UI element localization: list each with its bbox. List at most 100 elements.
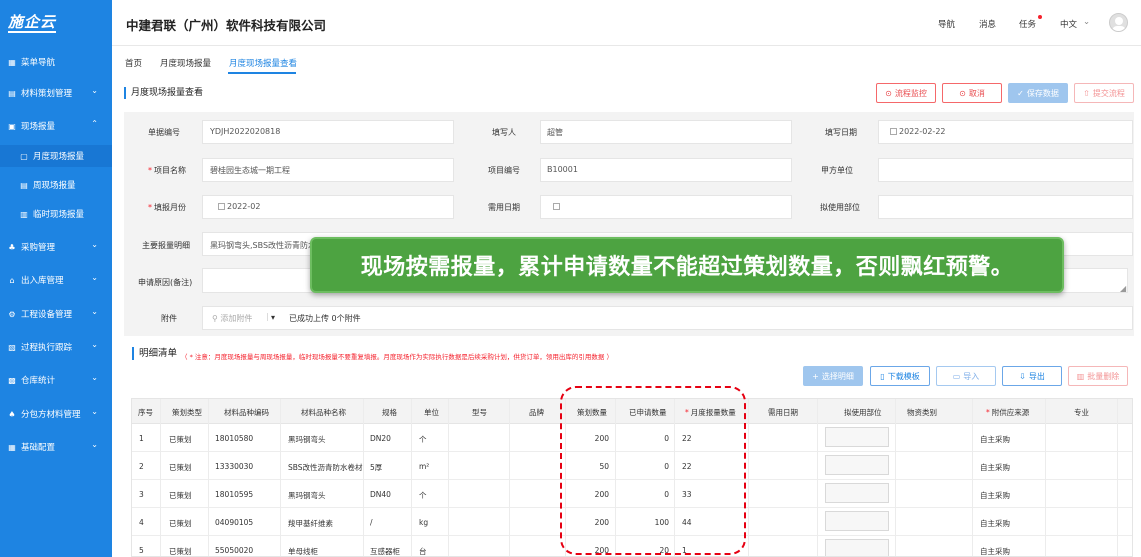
sidebar-item-config[interactable]: ▦ 基础配置 ⌄: [0, 436, 112, 458]
callout-banner: 现场按需报量，累计申请数量不能超过策划数量，否则飘红预警。: [310, 237, 1064, 293]
track-icon: ▧: [8, 342, 16, 352]
use-dept-input[interactable]: [825, 455, 889, 475]
nav-link[interactable]: 导航: [938, 18, 955, 30]
cancel-icon: ⊙: [959, 88, 966, 98]
tab-home[interactable]: 首页: [125, 57, 142, 69]
main-detail-value: 黑玛钢弯头,SBS改性沥青防水: [210, 241, 317, 250]
sidebar-item-menu-nav[interactable]: ▦ 菜单导航: [0, 51, 112, 73]
page-title: 月度现场报量查看: [124, 87, 203, 99]
column-divider: [160, 399, 161, 556]
col-use-dept: 拟使用部位: [844, 408, 882, 417]
trash-icon: ▥: [1076, 371, 1085, 381]
upload-icon: ⇧: [1083, 88, 1090, 98]
plus-icon: +: [812, 371, 819, 381]
report-month-value: 2022-02: [218, 202, 260, 211]
col-material-name: 材料品种名称: [301, 408, 346, 417]
grid-icon: ▦: [8, 57, 16, 67]
col-brand: 品牌: [529, 408, 544, 417]
check-icon: ✓: [1017, 88, 1024, 98]
need-date-field[interactable]: [540, 195, 792, 219]
cancel-button[interactable]: ⊙ 取消: [942, 83, 1002, 103]
reason-label: 申请原因(备注): [138, 278, 193, 287]
calendar-icon: [890, 128, 897, 135]
add-attachment-button[interactable]: ⚲ 添加附件: [212, 313, 252, 324]
column-divider: [817, 399, 818, 556]
use-dept-input[interactable]: [825, 483, 889, 503]
download-icon: ⇩: [1019, 371, 1026, 381]
col-material-code: 材料品种编码: [224, 408, 269, 417]
package-icon: ♠: [8, 409, 16, 419]
messages-link[interactable]: 消息: [979, 18, 996, 30]
col-supply-source: * 附供应来源: [986, 408, 1030, 417]
main-detail-label: 主要报量明细: [142, 241, 190, 250]
chevron-down-icon: ⌄: [91, 273, 98, 282]
sidebar-item-weekly-report[interactable]: ▤ 周现场报量: [0, 174, 112, 196]
fill-date-label: 填写日期: [825, 128, 857, 137]
avatar[interactable]: [1109, 13, 1128, 32]
attach-status: 已成功上传 0个附件: [289, 314, 361, 323]
tab-monthly-report-view[interactable]: 月度现场报量查看: [229, 57, 297, 69]
sidebar-item-process-track[interactable]: ▧ 过程执行跟踪 ⌄: [0, 336, 112, 358]
attach-label: 附件: [161, 314, 177, 323]
attach-dropdown-icon[interactable]: ▾: [271, 313, 275, 322]
resize-handle-icon: ◢: [1120, 284, 1127, 293]
fill-date-value: 2022-02-22: [890, 127, 946, 136]
document-icon: ▤: [8, 88, 16, 98]
process-monitor-button[interactable]: ⊙ 流程监控: [876, 83, 936, 103]
column-divider: [411, 399, 412, 556]
column-divider: [895, 399, 896, 556]
form-area: [124, 112, 1134, 336]
sidebar-item-material-plan[interactable]: ▤ 材料策划管理 ⌄: [0, 82, 112, 104]
tasks-link[interactable]: 任务: [1019, 18, 1036, 30]
chevron-down-icon: ⌄: [91, 407, 98, 416]
sidebar-item-site-report[interactable]: ▣ 现场报量 ⌃: [0, 115, 112, 137]
monitor-icon: ⊙: [885, 88, 892, 98]
col-material-category: 物资类别: [907, 408, 937, 417]
settings-icon: ▦: [8, 442, 16, 452]
chart-icon: ▩: [8, 375, 16, 385]
import-button[interactable]: ▭ 导入: [936, 366, 996, 386]
language-select[interactable]: 中文: [1060, 18, 1077, 30]
sidebar-item-monthly-report[interactable]: ▢ 月度现场报量: [0, 145, 112, 167]
export-button[interactable]: ⇩ 导出: [1002, 366, 1062, 386]
sidebar-item-subcontract[interactable]: ♠ 分包方材料管理 ⌄: [0, 403, 112, 425]
column-divider: [363, 399, 364, 556]
column-divider: [208, 399, 209, 556]
party-a-field: [878, 158, 1133, 182]
use-dept-input[interactable]: [825, 539, 889, 556]
filler-field: [540, 120, 792, 144]
project-no-value: B10001: [547, 165, 578, 174]
chevron-down-icon: ⌄: [1083, 17, 1091, 27]
clipboard-icon: ▣: [8, 121, 16, 131]
download-template-button[interactable]: ▯ 下载模板: [870, 366, 930, 386]
sidebar-item-purchase[interactable]: ♣ 采购管理 ⌄: [0, 236, 112, 258]
detail-title: 明细清单: [132, 347, 177, 360]
batch-delete-button[interactable]: ▥ 批量删除: [1068, 366, 1128, 386]
warehouse-icon: ⌂: [9, 275, 15, 285]
col-spec: 规格: [382, 408, 397, 417]
doc-no-value: YDJH2022020818: [210, 127, 281, 136]
sidebar-item-temp-report[interactable]: ▥ 临时现场报量: [0, 203, 112, 225]
save-data-button[interactable]: ✓ 保存数据: [1008, 83, 1068, 103]
use-dept-input[interactable]: [825, 511, 889, 531]
column-divider: [448, 399, 449, 556]
folder-icon: ▭: [952, 371, 961, 381]
tab-monthly-report[interactable]: 月度现场报量: [160, 57, 211, 69]
use-dept-field[interactable]: [878, 195, 1133, 219]
col-need-date: 需用日期: [768, 408, 798, 417]
sidebar-item-warehouse-stats[interactable]: ▩ 仓库统计 ⌄: [0, 369, 112, 391]
submit-process-button[interactable]: ⇧ 提交流程: [1074, 83, 1134, 103]
col-unit: 单位: [424, 408, 439, 417]
chevron-down-icon: ⌄: [91, 373, 98, 382]
need-date-label: 需用日期: [488, 203, 520, 212]
select-detail-button[interactable]: + 选择明细: [803, 366, 863, 386]
col-major: 专业: [1074, 408, 1089, 417]
sidebar-item-warehouse-io[interactable]: ⌂ 出入库管理 ⌄: [0, 269, 112, 291]
use-dept-input[interactable]: [825, 427, 889, 447]
col-model: 型号: [472, 408, 487, 417]
active-tab-indicator: [228, 72, 296, 74]
chevron-down-icon: ⌄: [91, 440, 98, 449]
sidebar-item-equipment[interactable]: ⚙ 工程设备管理 ⌄: [0, 303, 112, 325]
sidebar: 施企云 ▦ 菜单导航 ▤ 材料策划管理 ⌄ ▣ 现场报量 ⌃ ▢ 月度现场报量 ▤ 周现场报量…: [0, 0, 112, 557]
gear-icon: ⚙: [8, 309, 16, 319]
